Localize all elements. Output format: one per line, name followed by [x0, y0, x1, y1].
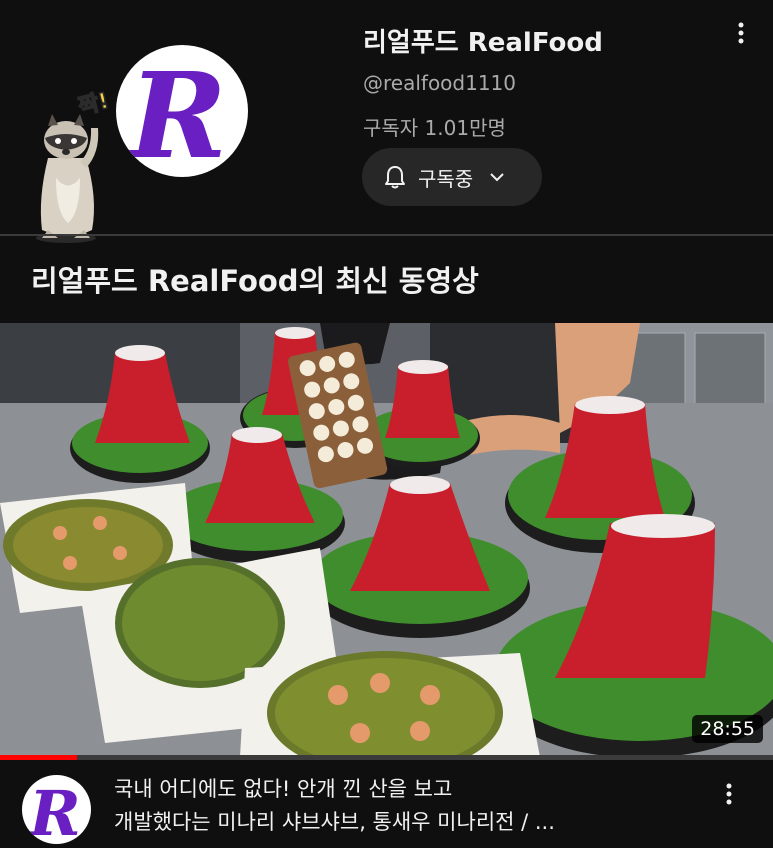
- channel-more-button[interactable]: [726, 18, 756, 48]
- channel-handle: @realfood1110: [363, 71, 517, 95]
- section-title: 리얼푸드 RealFood의 최신 동영상: [31, 264, 479, 298]
- subscribed-label: 구독중: [418, 166, 474, 191]
- header-divider: [0, 234, 773, 236]
- raccoon-mascot-icon: [36, 114, 99, 243]
- logo-r-icon: R: [126, 46, 227, 177]
- video-title-line-1: 국내 어디에도 없다! 안개 낀 산을 보고: [114, 777, 453, 801]
- logo-r-icon: R: [27, 777, 81, 844]
- chevron-down-icon: [490, 173, 504, 182]
- more-vert-icon: [738, 22, 744, 44]
- video-title-line-2: 개발했다는 미나리 샤브샤브, 통새우 미나리전 / ...: [114, 810, 555, 834]
- video-more-button[interactable]: [716, 780, 742, 808]
- subscriber-count: 구독자 1.01만명: [363, 116, 506, 140]
- channel-avatar[interactable]: 짝! R: [28, 38, 260, 243]
- video-channel-avatar[interactable]: R: [22, 775, 91, 844]
- logo-letter: R: [126, 46, 227, 177]
- watch-progress-fill: [0, 755, 78, 760]
- bell-icon: [385, 166, 405, 189]
- video-duration-badge: 28:55: [692, 715, 763, 743]
- channel-logo: R: [116, 45, 248, 177]
- more-vert-icon: [726, 783, 732, 805]
- food-scene-image: [0, 323, 773, 757]
- watch-progress-bar: [0, 755, 773, 760]
- subscribed-button[interactable]: 구독중: [362, 148, 542, 206]
- channel-name[interactable]: 리얼푸드 RealFood: [363, 22, 603, 59]
- video-thumbnail[interactable]: 28:55: [0, 323, 773, 757]
- video-title[interactable]: 국내 어디에도 없다! 안개 낀 산을 보고 개발했다는 미나리 샤브샤브, 통…: [114, 773, 704, 839]
- logo-letter: R: [27, 777, 81, 844]
- channel-header: 짝! R 리얼푸드 RealFood @realfood1110 구독자 1.0…: [0, 0, 773, 243]
